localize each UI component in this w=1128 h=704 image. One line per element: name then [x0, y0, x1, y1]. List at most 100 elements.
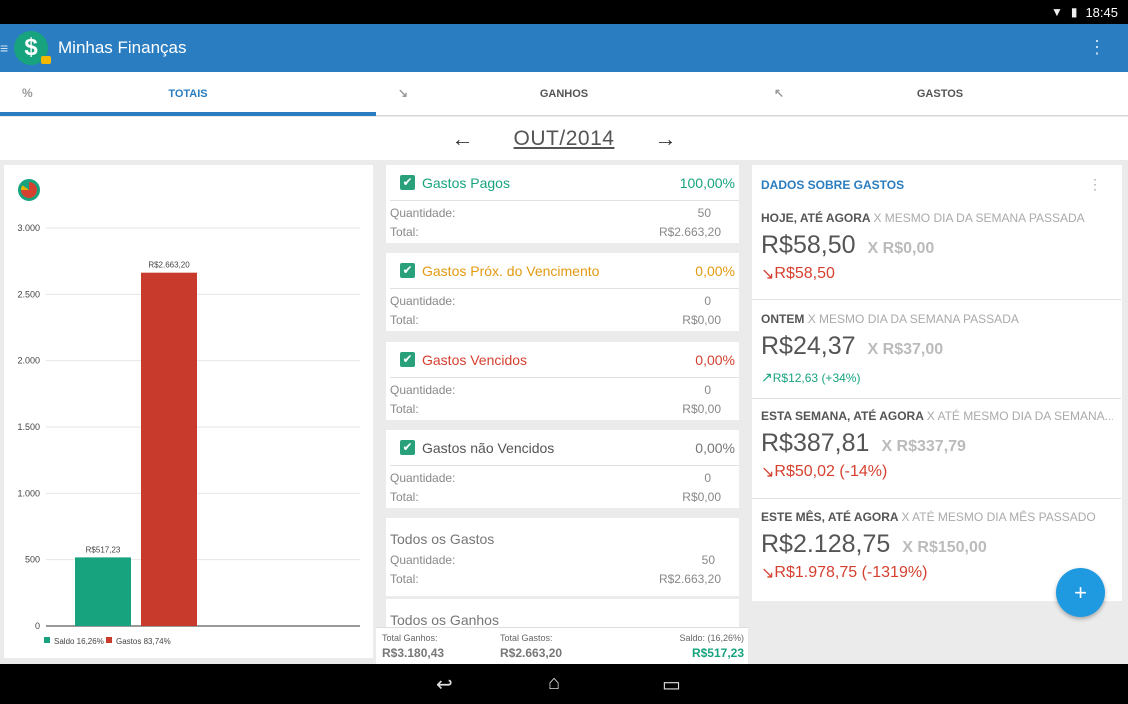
app-title: Minhas Finanças — [58, 38, 187, 57]
previous-value: X R$337,79 — [881, 438, 966, 455]
card-todos-os-ganhos[interactable]: Todos os Ganhos — [386, 599, 739, 628]
tab-gastos[interactable]: ↖ GASTOS — [752, 72, 1128, 115]
legend-swatch — [106, 637, 112, 643]
card-name: Gastos não Vencidos — [422, 439, 555, 456]
system-nav-bar: ↩ ⌂ ▭ — [0, 664, 1128, 704]
compare-label: X MESMO DIA DA SEMANA PASSADA — [807, 312, 1019, 326]
menu-icon[interactable]: ≡ — [0, 40, 10, 56]
checkbox-icon[interactable]: ✔ — [400, 263, 415, 278]
totals-bar: Total Ganhos: R$3.180,43 Total Gastos: R… — [376, 627, 748, 664]
previous-month-arrow-icon[interactable]: ← — [452, 126, 474, 152]
overflow-menu-icon[interactable]: ⋮ — [1088, 177, 1102, 191]
checkbox-icon[interactable]: ✔ — [400, 175, 415, 190]
trend-down-icon: ↘ — [761, 565, 775, 582]
percent-icon: % — [22, 86, 33, 100]
trend-up-icon: ↗ — [761, 369, 773, 385]
y-tick-label: 2.500 — [17, 289, 40, 299]
total-label: Total: — [390, 571, 419, 586]
compare-label: X ATÉ MESMO DIA DA SEMANA... — [926, 409, 1113, 423]
period-label: ESTE MÊS, ATÉ AGORA — [761, 510, 899, 524]
previous-value: X R$150,00 — [902, 539, 987, 556]
total-value: R$2.663,20 — [658, 571, 721, 586]
battery-icon: ▮ — [1070, 5, 1078, 19]
y-tick-label: 2.000 — [17, 356, 40, 366]
tab-bar: % TOTAIS ↘ GANHOS ↖ GASTOS — [0, 72, 1128, 116]
card-percent: 0,00% — [695, 351, 735, 368]
legend-label: Saldo 16,26% — [54, 637, 104, 646]
status-bar: ▼ ▮ 18:45 — [0, 0, 1128, 24]
trend-down-icon: ↘ — [761, 464, 775, 481]
card-percent: 100,00% — [679, 174, 735, 191]
card-gastos-vencidos[interactable]: ✔ Gastos Vencidos 0,00% Quantidade: 0 Tot… — [386, 342, 739, 420]
total-value: R$0,00 — [682, 401, 721, 416]
pie-chart-icon[interactable] — [18, 179, 40, 201]
wifi-icon: ▼ — [1050, 5, 1063, 19]
card-gastos-prox-vencimento[interactable]: ✔ Gastos Próx. do Vencimento 0,00% Quant… — [386, 253, 739, 331]
qty-value: 0 — [704, 293, 711, 308]
y-tick-label: 1.500 — [17, 422, 40, 432]
period-value: R$58,50 — [761, 231, 856, 259]
total-gastos-value: R$2.663,20 — [500, 646, 563, 660]
tab-ganhos[interactable]: ↘ GANHOS — [376, 72, 752, 115]
card-todos-os-gastos[interactable]: Todos os Gastos Quantidade: 50 Total: R$2.… — [386, 518, 739, 596]
stats-title: DADOS SOBRE GASTOS — [761, 178, 905, 192]
card-name: Gastos Vencidos — [422, 351, 528, 368]
next-month-arrow-icon[interactable]: → — [654, 126, 676, 152]
card-gastos-nao-vencidos[interactable]: ✔ Gastos não Vencidos 0,00% Quantidade: 0… — [386, 430, 739, 508]
qty-label: Quantidade: — [390, 552, 456, 567]
total-gastos: Total Gastos: R$2.663,20 — [500, 633, 562, 660]
stats-today: HOJE, ATÉ AGORA X MESMO DIA DA SEMANA PA… — [752, 211, 1121, 300]
card-percent: 0,00% — [695, 262, 735, 279]
period-label: HOJE, ATÉ AGORA — [761, 211, 871, 225]
income-arrow-icon: ↘ — [398, 86, 409, 100]
total-label: Total: — [390, 401, 419, 416]
qty-label: Quantidade: — [390, 293, 456, 308]
period-value: R$24,37 — [761, 332, 856, 360]
overflow-menu-icon[interactable]: ⋮ — [1088, 38, 1106, 56]
total-ganhos: Total Ganhos: R$3.180,43 — [382, 633, 444, 660]
total-value: R$2.663,20 — [658, 224, 721, 239]
qty-value: 0 — [704, 470, 711, 485]
previous-value: X R$0,00 — [867, 240, 935, 257]
trend-down-icon: ↘ — [761, 266, 775, 283]
dollar-icon: $ — [14, 31, 51, 65]
period-value: R$387,81 — [761, 429, 870, 457]
chart-card: 0 500 1.000 1.500 2.000 2.500 3.000 R$517,23 R$2… — [4, 165, 373, 658]
previous-value: X R$37,00 — [867, 341, 944, 358]
total-label: Total: — [390, 312, 419, 327]
bar-chart: 0 500 1.000 1.500 2.000 2.500 3.000 R$517,23 R$2… — [17, 223, 360, 646]
expense-stats-card: DADOS SOBRE GASTOS ⋮ HOJE, ATÉ AGORA X M… — [752, 165, 1122, 601]
checkbox-icon[interactable]: ✔ — [400, 440, 415, 455]
card-name: Todos os Ganhos — [390, 612, 499, 628]
stats-this-week: ESTA SEMANA, ATÉ AGORA X ATÉ MESMO DIA D… — [752, 409, 1121, 499]
card-name: Todos os Gastos — [390, 531, 495, 547]
checkbox-icon[interactable]: ✔ — [400, 352, 415, 367]
month-label[interactable]: OUT/2014 — [514, 127, 615, 151]
total-ganhos-label: Total Ganhos: — [382, 633, 438, 643]
y-tick-label: 3.000 — [17, 223, 40, 233]
qty-value: 50 — [701, 552, 715, 567]
period-value: R$2.128,75 — [761, 530, 891, 558]
card-name: Gastos Pagos — [422, 174, 510, 191]
compare-label: X ATÉ MESMO DIA MÊS PASSADO — [901, 510, 1096, 524]
delta-value: R$58,50 — [774, 265, 835, 282]
add-button[interactable]: + — [1056, 568, 1105, 617]
card-percent: 0,00% — [695, 439, 735, 456]
tab-totais[interactable]: % TOTAIS — [0, 72, 376, 116]
legend-label: Gastos 83,74% — [116, 637, 171, 646]
total-label: Total: — [390, 224, 419, 239]
expense-arrow-icon: ↖ — [774, 86, 785, 100]
qty-label: Quantidade: — [390, 382, 456, 397]
qty-value: 50 — [697, 205, 711, 220]
bar-saldo — [75, 557, 131, 626]
recents-icon[interactable]: ▭ — [662, 672, 681, 697]
data-label: R$517,23 — [86, 545, 121, 554]
legend-swatch — [44, 637, 50, 643]
home-icon[interactable]: ⌂ — [548, 672, 560, 695]
saldo-value: R$517,23 — [691, 646, 744, 660]
qty-value: 0 — [704, 382, 711, 397]
stats-this-month: ESTE MÊS, ATÉ AGORA X ATÉ MESMO DIA MÊS … — [761, 510, 1113, 583]
stats-yesterday: ONTEM X MESMO DIA DA SEMANA PASSADA R$24… — [752, 312, 1121, 399]
card-gastos-pagos[interactable]: ✔ Gastos Pagos 100,00% Quantidade: 50 Tot… — [386, 165, 739, 243]
back-icon[interactable]: ↩ — [436, 672, 453, 697]
